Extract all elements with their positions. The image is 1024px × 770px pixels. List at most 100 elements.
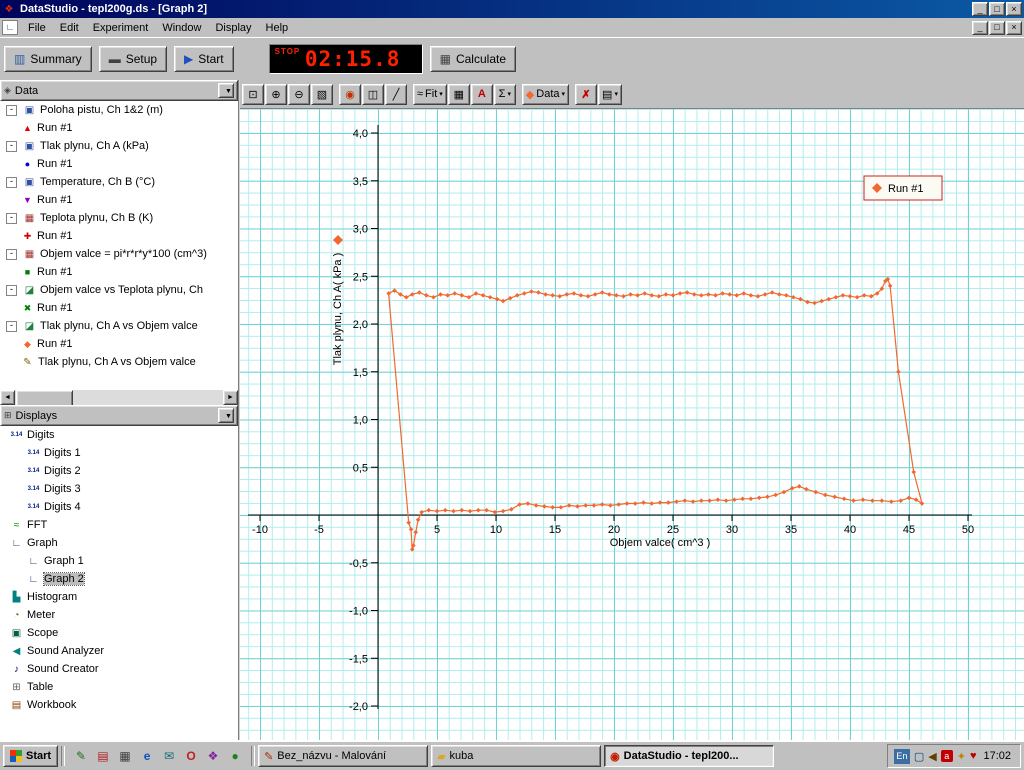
data-tree: - ▣ Poloha pistu, Ch 1&2 (m) ▲ Run #1- ▣ Tlak … (0, 101, 238, 390)
menu-help[interactable]: Help (259, 20, 296, 36)
tree-collapse-toggle[interactable]: - (6, 176, 17, 188)
data-point-marker (851, 498, 856, 503)
taskbar-start-button[interactable]: Start (3, 745, 59, 767)
tray-monitor-icon[interactable]: ♥ (970, 750, 977, 762)
display-item-row[interactable]: ◀ Sound Analyzer (5, 642, 238, 660)
data-item-row[interactable]: ▼ Run #1 (0, 191, 238, 209)
tree-collapse-toggle[interactable]: - (6, 320, 17, 332)
display-item-row[interactable]: ◔ Meter (5, 606, 238, 624)
show-selection-button[interactable]: ◫ (362, 83, 384, 105)
data-point-marker (451, 508, 456, 514)
data-menu-button[interactable]: ◆ Data ▾ (521, 83, 570, 105)
tray-antivirus-icon[interactable]: a (940, 750, 953, 762)
quicklaunch-mail-icon[interactable]: ✉ (159, 746, 179, 766)
display-item-row[interactable]: ∟ Graph 1 (5, 552, 238, 570)
menu-experiment[interactable]: Experiment (86, 20, 156, 36)
tree-collapse-toggle[interactable]: - (6, 248, 17, 260)
data-item-row[interactable]: - ▣ Tlak plynu, Ch A (kPa) (0, 137, 238, 155)
display-item-row[interactable]: 3.14 Digits 3 (5, 480, 238, 498)
displays-panel-menu-button[interactable]: ▼ (218, 408, 234, 423)
tree-collapse-toggle[interactable]: - (6, 140, 17, 152)
display-item-row[interactable]: ⊞ Table (5, 678, 238, 696)
toolbar-start-button[interactable]: ▶ Start (174, 46, 234, 72)
quicklaunch-messenger-icon[interactable]: ● (225, 746, 245, 766)
zoom-out-button[interactable]: ⊖ (288, 83, 310, 105)
tray-scheduler-icon[interactable]: ✦ (957, 750, 966, 763)
display-item-row[interactable]: ≈ FFT (5, 516, 238, 534)
quicklaunch-ie-icon[interactable]: e (137, 746, 157, 766)
zoom-select-button[interactable]: ▧ (311, 83, 333, 105)
data-item-row[interactable]: - ▦ Teplota plynu, Ch B (K) (0, 209, 238, 227)
task-datastudio[interactable]: ◉ DataStudio - tepl200... (604, 745, 775, 767)
slope-tool-button[interactable]: ╱ (385, 83, 407, 105)
quicklaunch-opera-icon[interactable]: O (181, 746, 201, 766)
menu-file[interactable]: File (21, 20, 53, 36)
graph-settings-menu-button[interactable]: ▤ ▾ (598, 83, 622, 105)
summary-button[interactable]: ▥ Summary (4, 46, 92, 72)
data-item-row[interactable]: ✚ Run #1 (0, 227, 238, 245)
display-item-row[interactable]: ∟ Graph 2 (5, 570, 238, 588)
display-item-row[interactable]: ▣ Scope (5, 624, 238, 642)
zoom-in-button[interactable]: ⊕ (265, 83, 287, 105)
scale-to-fit-button[interactable]: ⊡ (242, 83, 264, 105)
menu-display[interactable]: Display (208, 20, 258, 36)
task-folder-kuba[interactable]: ▰ kuba (431, 745, 602, 767)
child-restore-button[interactable]: □ (989, 20, 1005, 35)
display-item-row[interactable]: ∟ Graph (5, 534, 238, 552)
data-item-row[interactable]: - ◪ Objem valce vs Teplota plynu, Ch (0, 281, 238, 299)
data-item-row[interactable]: ◆ Run #1 (0, 335, 238, 353)
setup-button[interactable]: ▬ Setup (98, 46, 168, 72)
data-highlight-button[interactable]: ◉ (339, 83, 361, 105)
tree-collapse-toggle[interactable]: - (6, 104, 17, 116)
scroll-left-button[interactable]: ◄ (0, 390, 15, 405)
data-item-row[interactable]: - ▦ Objem valce = pi*r*r*y*100 (cm^3) (0, 245, 238, 263)
data-item-row[interactable]: ✖ Run #1 (0, 299, 238, 317)
tray-volume-icon[interactable]: ◀ (928, 750, 936, 763)
tree-collapse-toggle[interactable]: - (6, 212, 17, 224)
task-paint[interactable]: ✎ Bez_názvu - Malování (258, 745, 429, 767)
quicklaunch-document-icon[interactable]: ▤ (93, 746, 113, 766)
text-annotation-button[interactable]: A (470, 83, 493, 105)
calculate-button[interactable]: ▦ Calculate (429, 46, 516, 72)
data-panel-menu-button[interactable]: ▼ (218, 83, 234, 98)
data-point-marker (642, 291, 647, 296)
window-close-button[interactable]: × (1006, 2, 1022, 16)
menu-edit[interactable]: Edit (53, 20, 86, 36)
data-tree-hscrollbar[interactable]: ◄ ► (0, 390, 238, 407)
graph-plot[interactable]: -10 -5 5 10 15 20 25 30 35 40 45 50 4,0 3,5 3,0 2,5 2,0 1… (240, 109, 1024, 740)
display-item-row[interactable]: 3.14 Digits (5, 426, 238, 444)
data-item-row[interactable]: ▲ Run #1 (0, 119, 238, 137)
data-item-row[interactable]: - ▣ Poloha pistu, Ch 1&2 (m) (0, 101, 238, 119)
data-item-row[interactable]: - ▣ Temperature, Ch B (°C) (0, 173, 238, 191)
scroll-right-button[interactable]: ► (223, 390, 238, 405)
quicklaunch-notes-icon[interactable]: ✎ (71, 746, 91, 766)
window-maximize-button[interactable]: □ (989, 2, 1005, 16)
display-item-row[interactable]: 3.14 Digits 4 (5, 498, 238, 516)
triangle-down-marker-icon: ▼ (23, 195, 32, 205)
menu-window[interactable]: Window (155, 20, 208, 36)
delete-button[interactable]: ✗ (575, 83, 598, 105)
data-item-row[interactable]: ■ Run #1 (0, 263, 238, 281)
display-item-row[interactable]: ▤ Workbook (5, 696, 238, 714)
child-close-button[interactable]: × (1006, 20, 1022, 35)
x-tick-label: 20 (608, 524, 620, 536)
calculator-button[interactable]: ▦ (447, 83, 470, 105)
language-indicator[interactable]: En (893, 748, 910, 764)
window-minimize-button[interactable]: _ (972, 2, 988, 16)
display-item-row[interactable]: 3.14 Digits 1 (5, 444, 238, 462)
data-item-row[interactable]: ● Run #1 (0, 155, 238, 173)
display-item-row[interactable]: ▙ Histogram (5, 588, 238, 606)
data-item-row[interactable]: ✎ Tlak plynu, Ch A vs Objem valce (0, 353, 238, 371)
fit-menu-button[interactable]: ≈ Fit ▾ (413, 83, 447, 105)
tray-display-icon[interactable]: ▢ (914, 750, 924, 763)
graph-plot-area[interactable]: -10 -5 5 10 15 20 25 30 35 40 45 50 4,0 3,5 3,0 2,5 2,0 1… (240, 108, 1024, 740)
quicklaunch-printer-icon[interactable]: ▦ (115, 746, 135, 766)
display-item-row[interactable]: 3.14 Digits 2 (5, 462, 238, 480)
child-minimize-button[interactable]: _ (972, 20, 988, 35)
data-item-row[interactable]: - ◪ Tlak plynu, Ch A vs Objem valce (0, 317, 238, 335)
tree-collapse-toggle[interactable]: - (6, 284, 17, 296)
data-point-marker (706, 292, 711, 297)
display-item-row[interactable]: ♪ Sound Creator (5, 660, 238, 678)
statistics-menu-button[interactable]: Σ ▾ (493, 83, 516, 105)
quicklaunch-media-icon[interactable]: ❖ (203, 746, 223, 766)
